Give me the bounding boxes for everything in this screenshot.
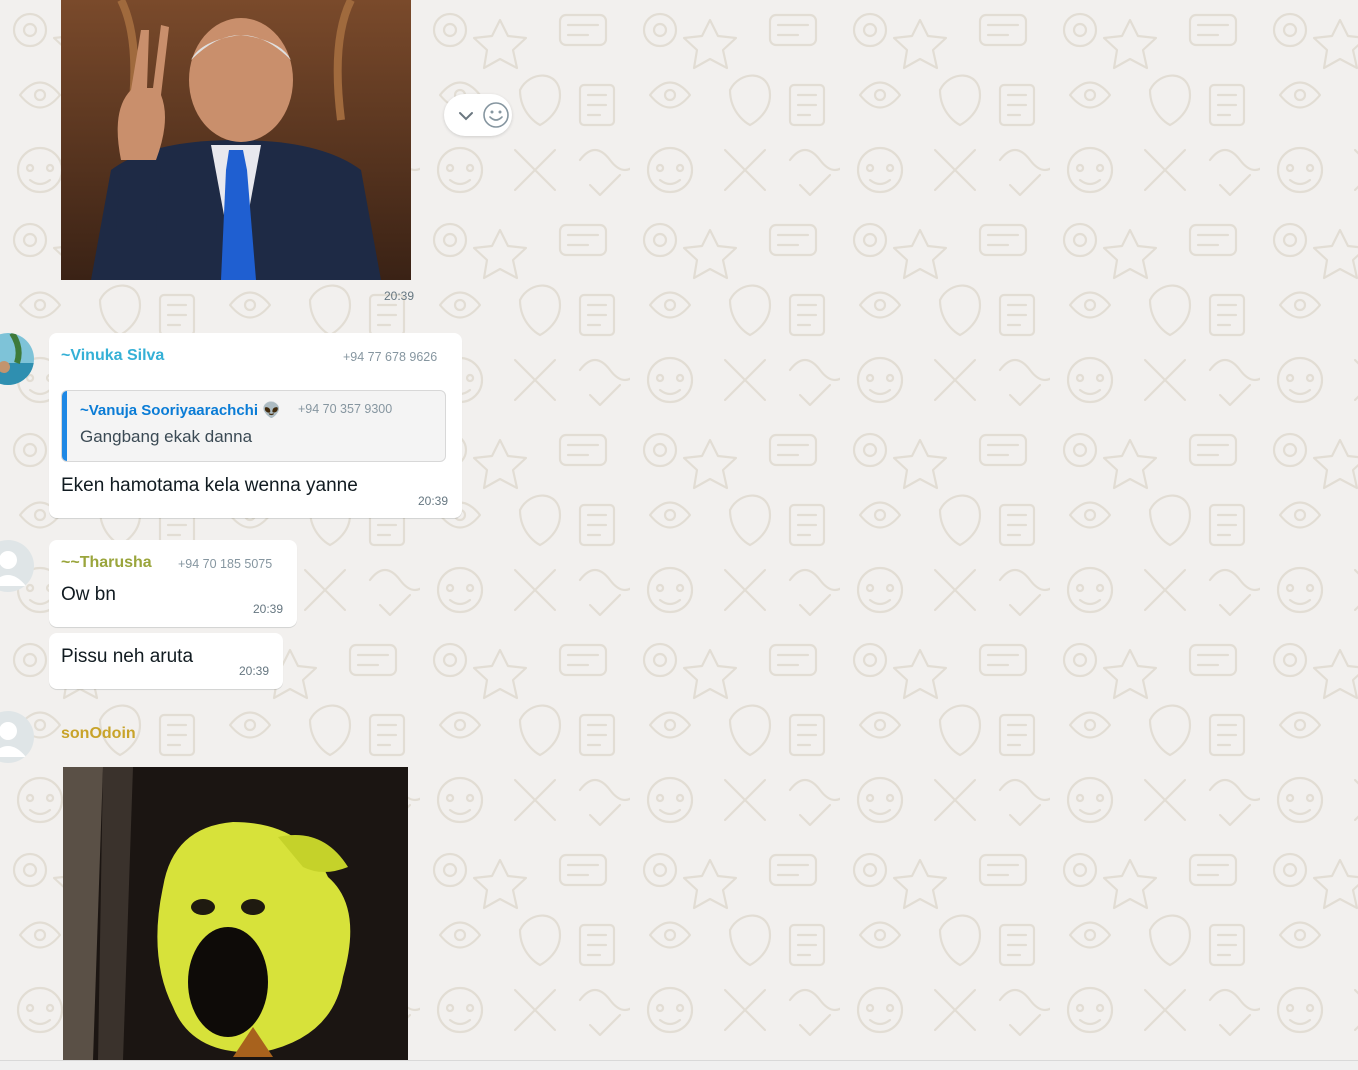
message-text: Ow bn — [61, 584, 116, 605]
sender-name[interactable]: ~~Tharusha — [61, 554, 152, 572]
quoted-message[interactable]: ~Vanuja Sooriyaarachchi 👽 +94 70 357 930… — [61, 390, 446, 462]
message-sticker[interactable] — [63, 767, 408, 1060]
chevron-down-icon[interactable] — [457, 107, 475, 125]
alien-emoji: 👽 — [262, 402, 281, 419]
message-time: 20:39 — [253, 602, 284, 616]
sender-phone: +94 70 185 5075 — [178, 557, 273, 571]
quoted-phone: +94 70 357 9300 — [298, 402, 393, 416]
message-text: Pissu neh aruta — [61, 646, 194, 667]
quoted-sender: ~Vanuja Sooriyaarachchi 👽 — [80, 401, 281, 419]
quoted-sender-name: ~Vanuja Sooriyaarachchi — [80, 402, 259, 419]
smiley-icon[interactable] — [482, 101, 510, 129]
message-text: Eken hamotama kela wenna yanne — [61, 475, 358, 496]
message-bubble[interactable]: ~~Tharusha +94 70 185 5075 Ow bn 20:39 — [49, 540, 297, 627]
quote-bar — [62, 391, 67, 461]
photo-man-peace-sign — [61, 0, 411, 280]
message-bubble[interactable]: Pissu neh aruta 20:39 — [49, 633, 283, 689]
sender-name[interactable]: sonOdoin — [61, 725, 136, 743]
message-bubble[interactable]: ~Vinuka Silva +94 77 678 9626 ~Vanuja So… — [49, 333, 462, 518]
message-time: 20:39 — [384, 289, 415, 303]
sticker-yellow-creature — [63, 767, 408, 1060]
message-time: 20:39 — [418, 494, 449, 508]
bottom-divider — [0, 1060, 1358, 1070]
message-time: 20:39 — [239, 664, 270, 678]
message-image[interactable] — [61, 0, 411, 280]
sender-phone: +94 77 678 9626 — [343, 350, 438, 364]
message-actions-pill — [444, 94, 512, 136]
quoted-text: Gangbang ekak danna — [80, 427, 253, 446]
sender-name[interactable]: ~Vinuka Silva — [61, 347, 164, 365]
